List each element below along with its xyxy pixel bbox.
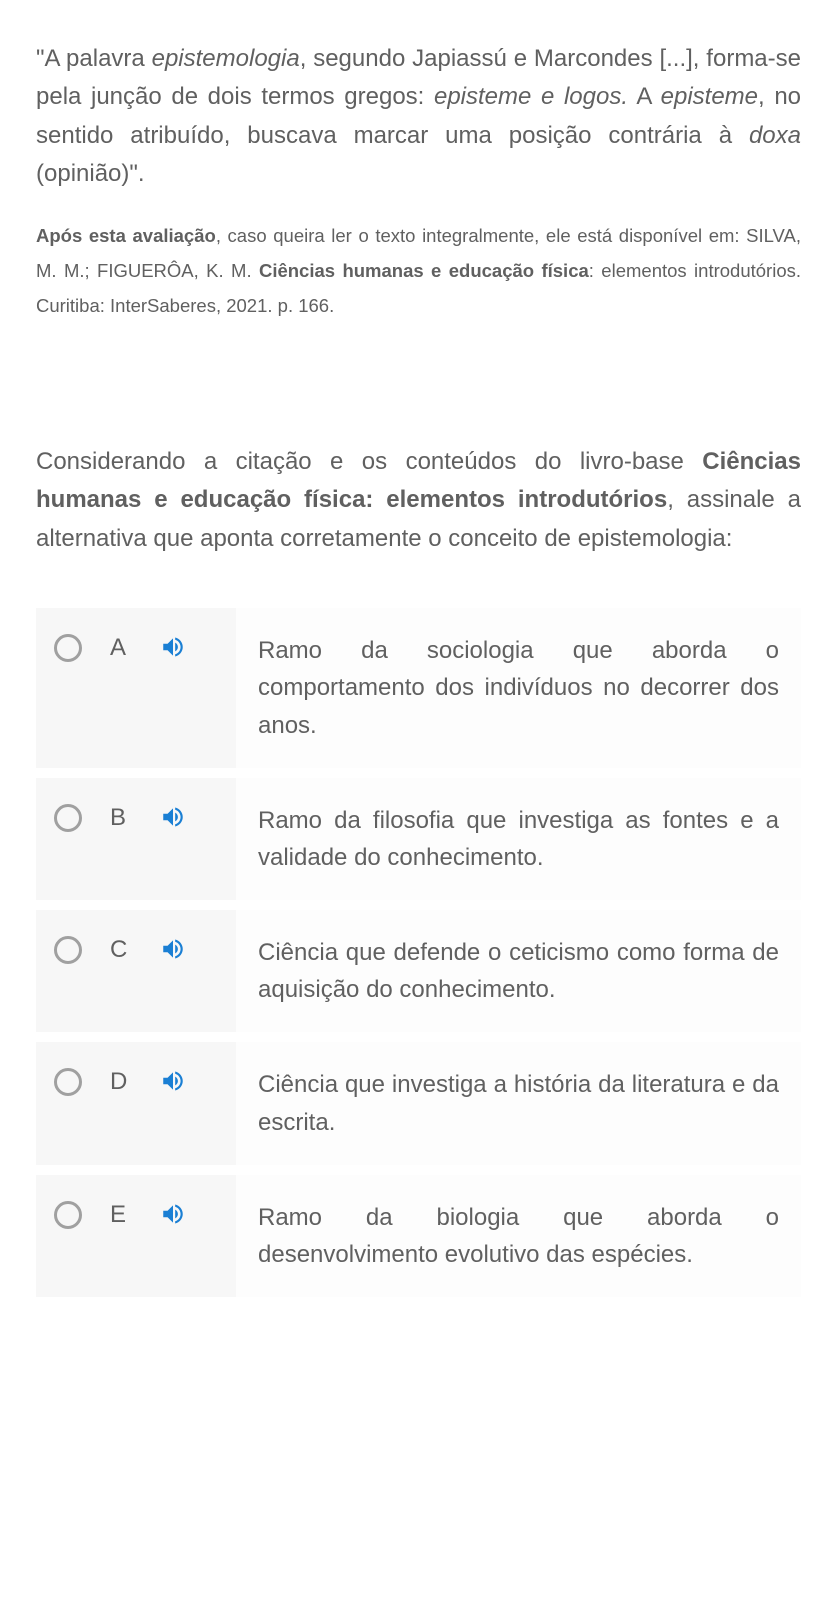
radio-button-d[interactable]	[54, 1068, 82, 1096]
audio-icon[interactable]	[160, 936, 186, 962]
radio-button-e[interactable]	[54, 1201, 82, 1229]
audio-icon[interactable]	[160, 1201, 186, 1227]
option-letter: E	[110, 1201, 132, 1229]
options-list: A Ramo da sociologia que aborda o compor…	[36, 608, 801, 1297]
radio-button-b[interactable]	[54, 804, 82, 832]
option-text-b: Ramo da filosofia que investiga as fonte…	[236, 778, 801, 900]
option-letter: D	[110, 1068, 132, 1096]
option-text-d: Ciência que investiga a história da lite…	[236, 1042, 801, 1164]
option-letter: B	[110, 804, 132, 832]
quote-italic-4: doxa	[749, 122, 801, 149]
reference-paragraph: Após esta avaliação, caso queira ler o t…	[36, 218, 801, 323]
option-controls: D	[36, 1042, 236, 1164]
option-letter: A	[110, 634, 132, 662]
question-text: Considerando a citação e os conteúdos do…	[36, 448, 702, 475]
quote-italic-1: epistemologia	[152, 45, 300, 72]
quote-text: A	[628, 83, 661, 110]
audio-icon[interactable]	[160, 804, 186, 830]
option-controls: A	[36, 608, 236, 768]
audio-icon[interactable]	[160, 634, 186, 660]
option-controls: E	[36, 1175, 236, 1297]
option-row-b: B Ramo da filosofia que investiga as fon…	[36, 778, 801, 900]
quote-text: (opinião)".	[36, 160, 145, 187]
quote-italic-2: episteme e logos.	[434, 83, 628, 110]
option-row-c: C Ciência que defende o ceticismo como f…	[36, 910, 801, 1032]
option-text-c: Ciência que defende o ceticismo como for…	[236, 910, 801, 1032]
radio-button-c[interactable]	[54, 936, 82, 964]
option-controls: B	[36, 778, 236, 900]
option-controls: C	[36, 910, 236, 1032]
option-row-e: E Ramo da biologia que aborda o desenvol…	[36, 1175, 801, 1297]
option-text-a: Ramo da sociologia que aborda o comporta…	[236, 608, 801, 768]
option-row-a: A Ramo da sociologia que aborda o compor…	[36, 608, 801, 768]
quote-text: "A palavra	[36, 45, 152, 72]
reference-bold-1: Após esta avaliação	[36, 225, 216, 246]
option-text-e: Ramo da biologia que aborda o desenvolvi…	[236, 1175, 801, 1297]
audio-icon[interactable]	[160, 1068, 186, 1094]
option-row-d: D Ciência que investiga a história da li…	[36, 1042, 801, 1164]
option-letter: C	[110, 936, 132, 964]
reference-bold-2: Ciências humanas e educação física	[259, 260, 589, 281]
question-prompt: Considerando a citação e os conteúdos do…	[36, 443, 801, 558]
radio-button-a[interactable]	[54, 634, 82, 662]
quotation-paragraph: "A palavra epistemologia, segundo Japias…	[36, 40, 801, 194]
quote-italic-3: episteme	[661, 83, 758, 110]
